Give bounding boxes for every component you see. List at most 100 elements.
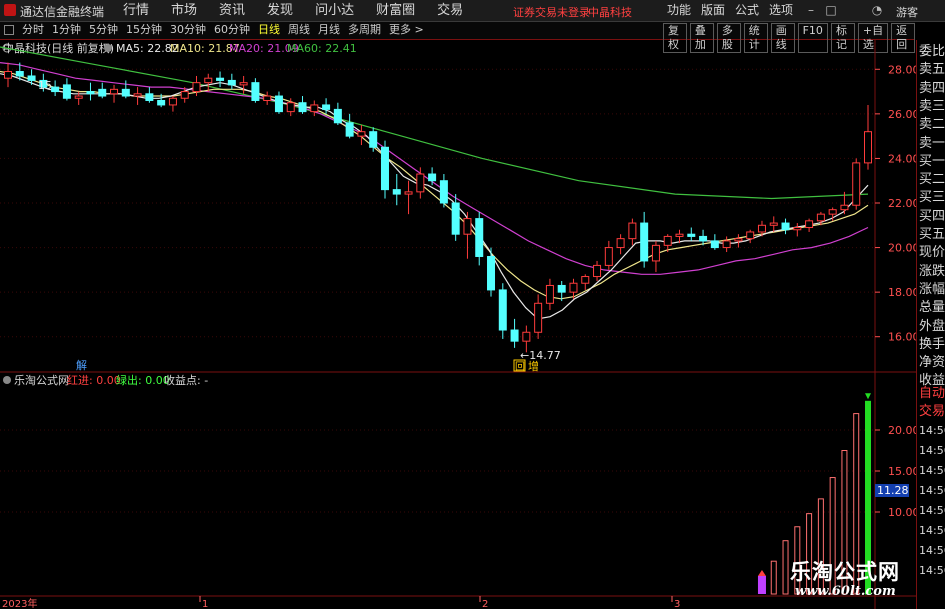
- menu-discover[interactable]: 发现: [256, 2, 304, 19]
- period-tab-1min[interactable]: 1分钟: [48, 22, 85, 38]
- trade-time: 14:56: [919, 524, 945, 537]
- period-tab-60min[interactable]: 60分钟: [210, 22, 254, 38]
- candle: [651, 240, 660, 273]
- ma-toggle-icon[interactable]: [104, 44, 112, 52]
- candle-body: [333, 108, 342, 124]
- menu-trade[interactable]: 交易: [426, 2, 474, 19]
- chart-area[interactable]: 中晶科技(日线 前复权) MA5: 22.82 MA10: 21.87 MA20…: [0, 39, 916, 609]
- candle: [110, 84, 119, 103]
- period-tab-15min[interactable]: 15分钟: [122, 22, 166, 38]
- candle-body: [864, 131, 872, 164]
- candle-body: [15, 71, 24, 77]
- marker-zeng[interactable]: 增: [528, 359, 539, 373]
- quote-field-label: 换手: [919, 336, 945, 352]
- candle-body: [710, 240, 719, 249]
- quote-field-label: 卖一: [919, 135, 945, 151]
- menu-quotes[interactable]: 行情: [112, 2, 160, 19]
- candle: [357, 125, 366, 146]
- trade-time: 14:56: [919, 444, 945, 457]
- app-logo-icon: [4, 4, 16, 16]
- period-tab-daily[interactable]: 日线: [254, 22, 284, 38]
- period-tab-30min[interactable]: 30分钟: [166, 22, 210, 38]
- period-tab-weekly[interactable]: 周线: [284, 22, 314, 38]
- candle: [864, 104, 872, 170]
- menu-layout[interactable]: 版面: [696, 2, 730, 19]
- menu-wealth[interactable]: 财富圈: [365, 2, 426, 19]
- minimize-icon[interactable]: –: [804, 3, 818, 17]
- candle-body: [251, 82, 260, 101]
- candle-body: [345, 122, 354, 137]
- y-tick-label: 18.00: [888, 286, 916, 299]
- period-tab-timeshare[interactable]: 分时: [18, 22, 48, 38]
- candle-body: [593, 264, 602, 278]
- candle-body: [145, 93, 154, 101]
- quote-field-label: 涨幅: [919, 281, 945, 297]
- candle-body: [675, 233, 684, 237]
- candle-body: [805, 220, 814, 229]
- candle: [51, 80, 60, 97]
- quote-field-label: 涨跌: [919, 263, 945, 279]
- candle: [216, 71, 225, 88]
- quote-field-label: 买五: [919, 227, 945, 242]
- candle: [604, 240, 613, 270]
- candle-body: [239, 82, 248, 86]
- candle: [227, 73, 236, 90]
- candle-body: [687, 233, 696, 237]
- panel-toggle-icon[interactable]: [4, 25, 14, 35]
- user-icon[interactable]: ◔: [870, 3, 884, 17]
- candle-body: [51, 86, 60, 93]
- login-warning[interactable]: 证券交易未登录: [513, 4, 590, 20]
- candle: [145, 87, 154, 103]
- candle-body: [699, 235, 708, 242]
- marker-jie[interactable]: 解: [76, 358, 87, 372]
- candle: [581, 274, 590, 290]
- header-stock-name: 中晶科技: [588, 6, 632, 19]
- green-out-label: 绿出: 0.00: [116, 373, 170, 387]
- trade-time: 14:56: [919, 424, 945, 437]
- candle: [333, 102, 342, 125]
- auto-trade-label[interactable]: 自动: [919, 384, 945, 404]
- candle-body: [487, 255, 496, 291]
- candle: [86, 82, 95, 101]
- sub-y-tick-label: 10.00: [888, 506, 916, 519]
- period-tab-more[interactable]: 更多 >: [385, 22, 428, 38]
- candle: [345, 113, 354, 139]
- candle-body: [722, 240, 731, 249]
- quote-field-label: 总量: [919, 300, 945, 316]
- menu-options[interactable]: 选项: [764, 2, 798, 19]
- quote-field-label: 委比: [919, 44, 945, 59]
- y-tick-label: 22.00: [888, 197, 916, 210]
- auto-trade-label[interactable]: 交易: [919, 402, 945, 422]
- candle-body: [121, 88, 130, 97]
- entry-marker-bar: [757, 575, 766, 594]
- candle-body: [522, 331, 531, 342]
- menu-formula[interactable]: 公式: [730, 2, 764, 19]
- sub-y-tick-label: 20.00: [888, 424, 916, 437]
- candle-body: [663, 235, 672, 246]
- maximize-icon[interactable]: □: [824, 3, 838, 17]
- menu-ask[interactable]: 问小达: [304, 2, 365, 19]
- candle: [534, 294, 543, 339]
- candle-body: [734, 238, 743, 242]
- candle-body: [274, 95, 283, 113]
- menu-news[interactable]: 资讯: [208, 2, 256, 19]
- guest-label[interactable]: 游客: [896, 4, 918, 20]
- menu-function[interactable]: 功能: [662, 2, 696, 19]
- candle-body: [369, 131, 378, 148]
- candle: [710, 234, 719, 250]
- sub-settings-icon[interactable]: [3, 376, 11, 384]
- candle: [428, 167, 437, 186]
- candle: [852, 158, 861, 210]
- period-tab-monthly[interactable]: 月线: [314, 22, 344, 38]
- menu-market[interactable]: 市场: [160, 2, 208, 19]
- candle-body: [416, 173, 425, 193]
- marker-hui[interactable]: 回: [515, 361, 525, 373]
- period-tab-multi[interactable]: 多周期: [344, 22, 385, 38]
- trade-time: 14:56: [919, 464, 945, 477]
- candle: [168, 96, 177, 112]
- candle-body: [604, 247, 613, 266]
- candle-body: [286, 102, 295, 113]
- period-bar: 分时 1分钟 5分钟 15分钟 30分钟 60分钟 日线 周线 月线 多周期 更…: [0, 22, 915, 53]
- candle: [510, 318, 519, 348]
- period-tab-5min[interactable]: 5分钟: [85, 22, 122, 38]
